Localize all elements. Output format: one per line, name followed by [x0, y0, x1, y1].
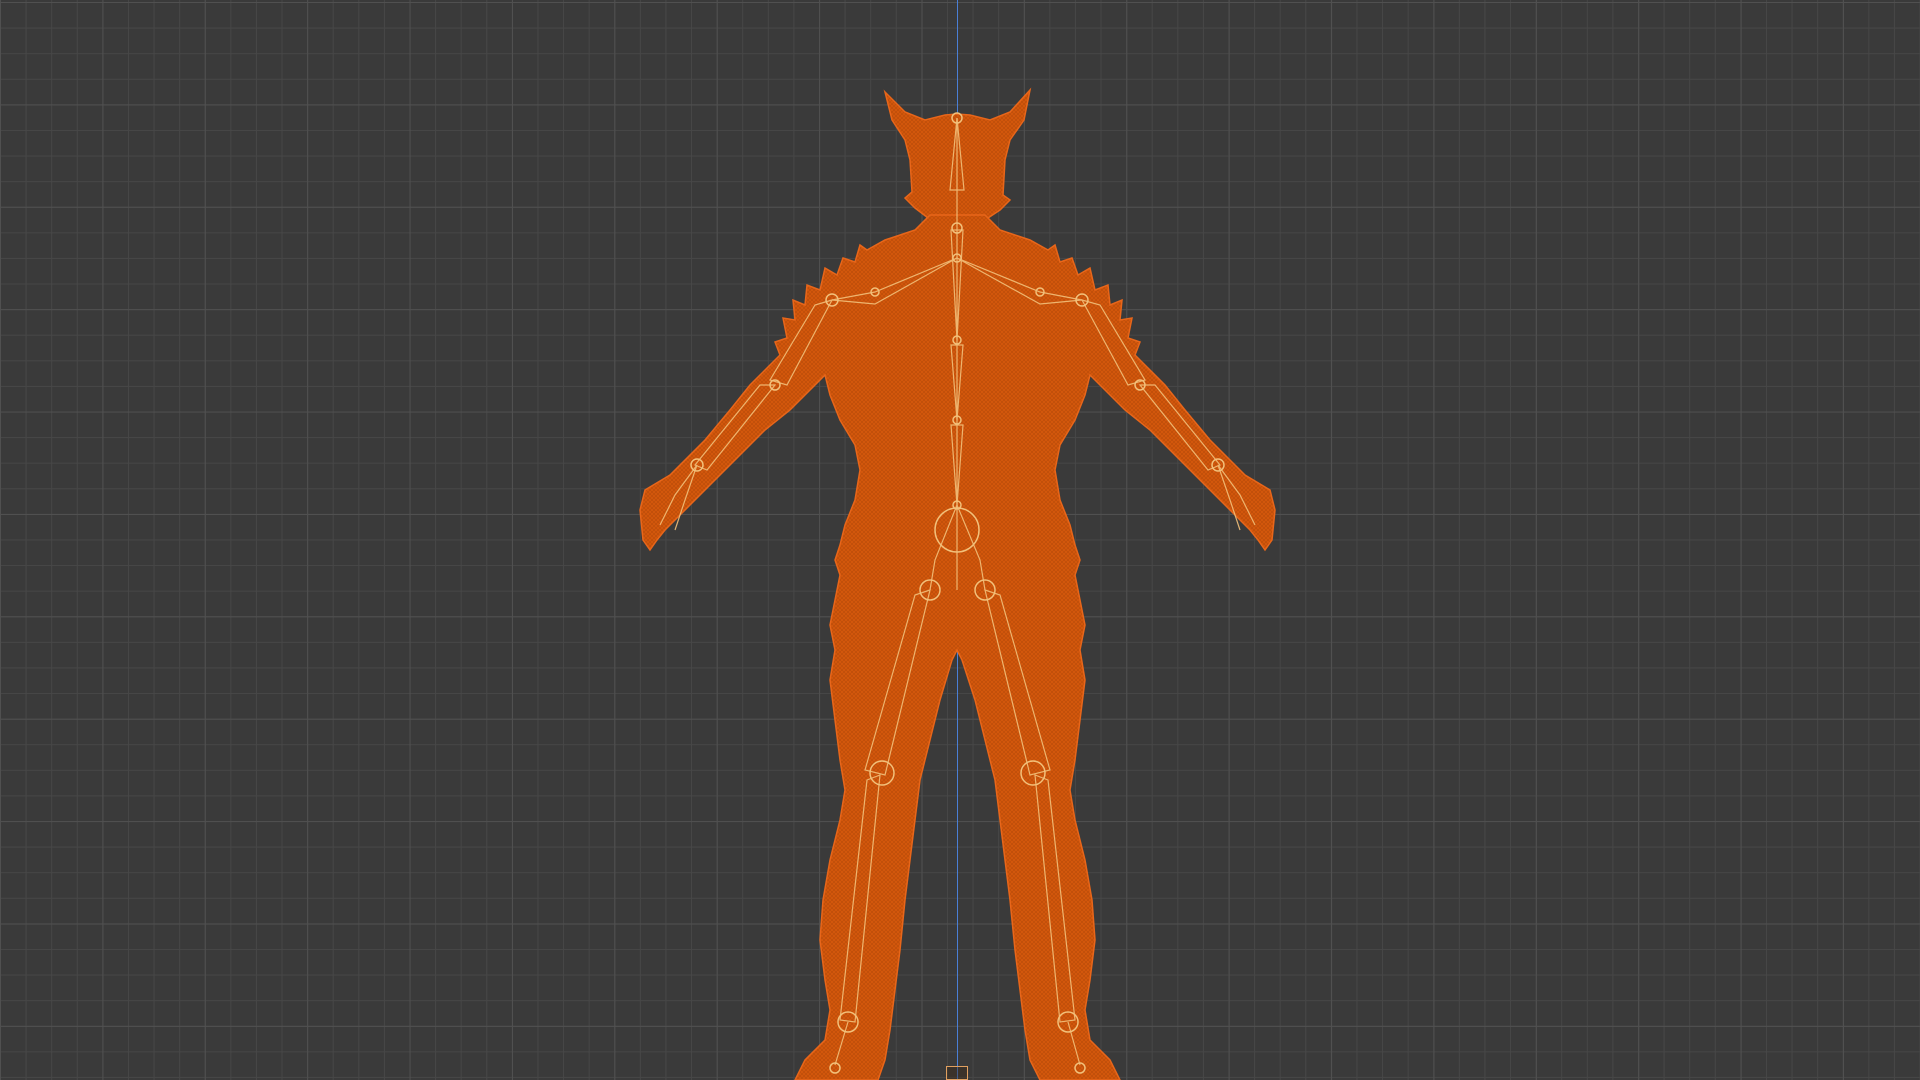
origin-icon[interactable]: [946, 1066, 968, 1080]
3d-viewport[interactable]: [0, 0, 1920, 1080]
character-rig[interactable]: [0, 0, 1920, 1080]
